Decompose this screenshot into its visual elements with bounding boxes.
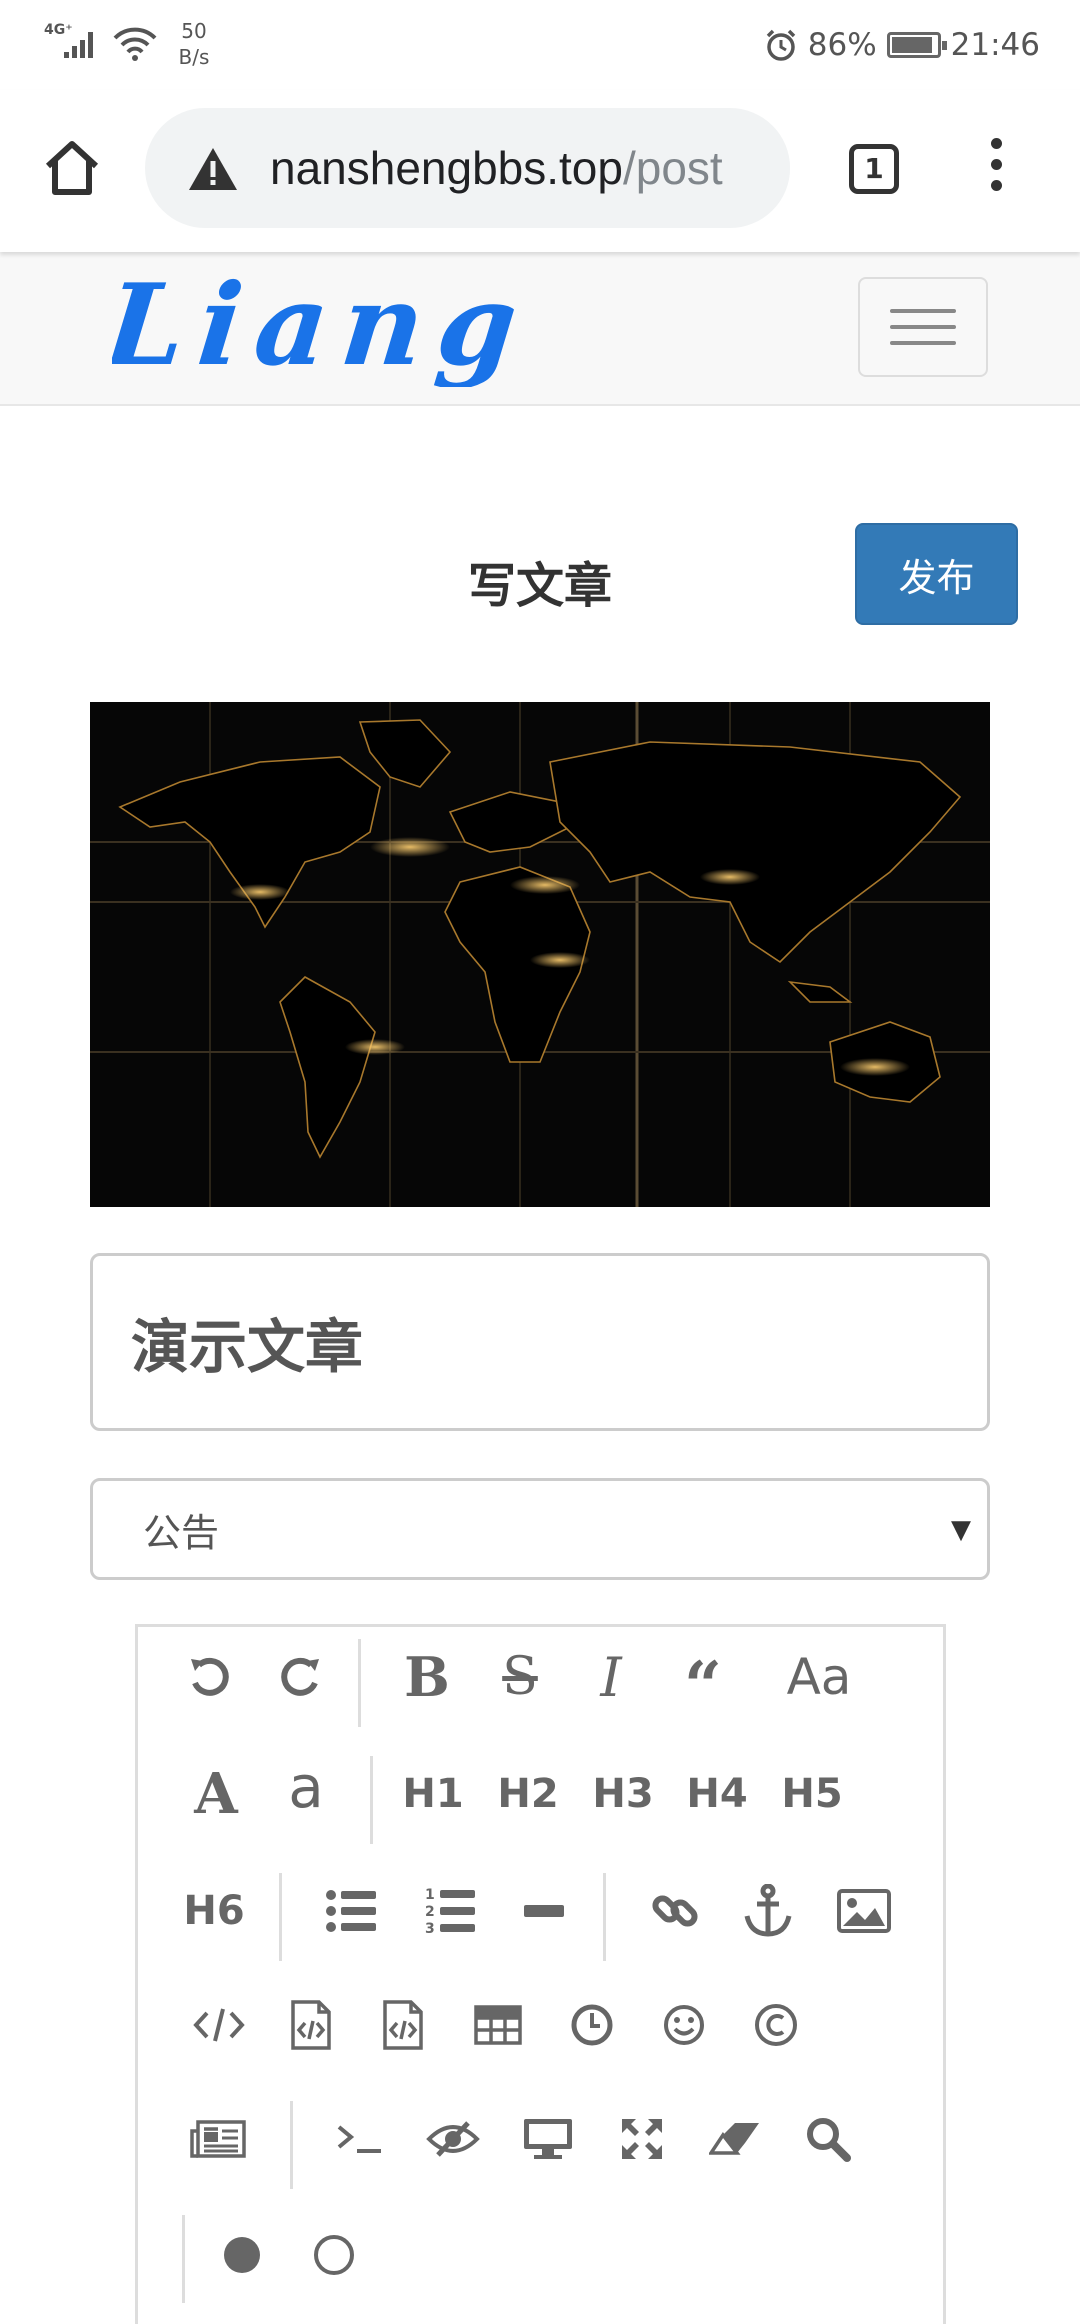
browser-toolbar: nanshengbbs.top/post 1 xyxy=(0,90,1080,252)
heading-6-button[interactable]: H6 xyxy=(174,1871,254,1951)
italic-icon[interactable]: I xyxy=(571,1637,651,1717)
heading-5-button[interactable]: H5 xyxy=(772,1754,852,1834)
category-selected-value: 公告 xyxy=(143,1510,220,1555)
clear-eraser-icon[interactable] xyxy=(695,2099,775,2179)
home-icon[interactable] xyxy=(40,136,104,200)
terminal-icon[interactable] xyxy=(320,2099,400,2179)
tab-switcher-button[interactable]: 1 xyxy=(849,144,899,194)
uppercase-icon[interactable]: A xyxy=(176,1754,256,1834)
toolbar-divider xyxy=(279,1873,282,1961)
image-icon[interactable] xyxy=(824,1871,904,1951)
dropdown-caret-icon: ▼ xyxy=(951,1515,971,1545)
strikethrough-icon[interactable]: S xyxy=(480,1637,560,1717)
net-speed: 50 B/s xyxy=(164,18,224,70)
svg-text:1: 1 xyxy=(425,1887,435,1903)
inline-code-icon[interactable] xyxy=(179,1985,259,2065)
navbar-toggle-button[interactable] xyxy=(858,277,988,377)
redo-icon[interactable] xyxy=(261,1637,341,1717)
publish-button[interactable]: 发布 xyxy=(855,523,1018,625)
table-icon[interactable] xyxy=(458,1985,538,2065)
battery-percent: 86% xyxy=(807,27,877,63)
svg-text:3: 3 xyxy=(425,1921,435,1936)
fullscreen-icon[interactable] xyxy=(602,2099,682,2179)
toolbar-row-5 xyxy=(138,2089,949,2189)
toolbar-row-6 xyxy=(138,2205,949,2305)
world-map-image xyxy=(90,702,990,1207)
unordered-list-icon[interactable] xyxy=(311,1871,391,1951)
toolbar-divider xyxy=(182,2215,185,2303)
link-icon[interactable] xyxy=(635,1871,715,1951)
logo-text: Liang xyxy=(112,272,537,387)
watch-toggle-icon[interactable] xyxy=(413,2099,493,2179)
html-entities-icon[interactable] xyxy=(736,1985,816,2065)
search-icon[interactable] xyxy=(788,2099,868,2179)
url-path: /post xyxy=(622,142,723,194)
anchor-icon[interactable] xyxy=(728,1871,808,1951)
lowercase-icon[interactable]: a xyxy=(266,1753,346,1834)
preformatted-code-icon[interactable] xyxy=(363,1985,443,2065)
category-select[interactable]: 公告 ▼ xyxy=(90,1478,990,1580)
wifi-icon xyxy=(113,27,157,61)
warning-icon[interactable] xyxy=(187,146,239,192)
bold-icon[interactable]: B xyxy=(387,1637,467,1717)
toolbar-divider xyxy=(290,2101,293,2189)
code-block-icon[interactable] xyxy=(271,1985,351,2065)
battery-icon xyxy=(886,32,947,58)
toolbar-row-2: A a H1 H2 H3 H4 H5 xyxy=(138,1744,949,1844)
markdown-toolbar: B S I “ Aa A a H1 H2 H3 H4 H5 H6 123 xyxy=(135,1624,946,2324)
heading-4-button[interactable]: H4 xyxy=(677,1754,757,1834)
emoji-icon[interactable] xyxy=(644,1985,724,2065)
toolbar-divider xyxy=(358,1639,361,1727)
status-bar: 4G⁺ 50 B/s 86% 21:46 xyxy=(0,0,1080,90)
toolbar-row-4 xyxy=(138,1975,949,2075)
clock: 21:46 xyxy=(950,27,1040,63)
ordered-list-icon[interactable]: 123 xyxy=(410,1871,490,1951)
preview-icon[interactable] xyxy=(508,2099,588,2179)
help-icon[interactable] xyxy=(202,2215,282,2295)
toolbar-divider xyxy=(603,1873,606,1961)
horizontal-rule-icon[interactable] xyxy=(504,1871,584,1951)
heading-1-button[interactable]: H1 xyxy=(393,1754,473,1834)
heading-2-button[interactable]: H2 xyxy=(488,1754,568,1834)
toolbar-divider xyxy=(370,1756,373,1844)
status-right: 86% 21:46 xyxy=(764,20,1040,70)
heading-3-button[interactable]: H3 xyxy=(583,1754,663,1834)
article-title-input[interactable]: 演示文章 xyxy=(90,1253,990,1431)
toolbar-row-1: B S I “ Aa xyxy=(138,1627,949,1727)
svg-text:2: 2 xyxy=(425,1904,435,1920)
info-icon[interactable] xyxy=(294,2215,374,2295)
signal-strength-icon xyxy=(64,28,93,58)
net-speed-value: 50 xyxy=(181,19,207,43)
url-text[interactable]: nanshengbbs.top/post xyxy=(270,138,723,198)
quote-icon[interactable]: “ xyxy=(663,1637,743,1725)
net-speed-unit: B/s xyxy=(178,45,210,69)
case-toggle-icon[interactable]: Aa xyxy=(774,1637,864,1717)
url-host: nanshengbbs.top xyxy=(270,142,623,194)
overflow-menu-icon[interactable] xyxy=(984,138,1008,198)
site-navbar: Liang xyxy=(0,252,1080,406)
datetime-icon[interactable] xyxy=(552,1985,632,2065)
site-logo[interactable]: Liang xyxy=(112,272,667,387)
url-fade xyxy=(750,108,790,228)
alarm-icon xyxy=(766,29,795,61)
cover-image[interactable] xyxy=(90,702,990,1207)
address-bar[interactable]: nanshengbbs.top/post xyxy=(145,108,790,228)
pagebreak-icon[interactable] xyxy=(178,2099,258,2179)
undo-icon[interactable] xyxy=(169,1637,249,1717)
toolbar-row-3: H6 123 xyxy=(138,1861,949,1961)
